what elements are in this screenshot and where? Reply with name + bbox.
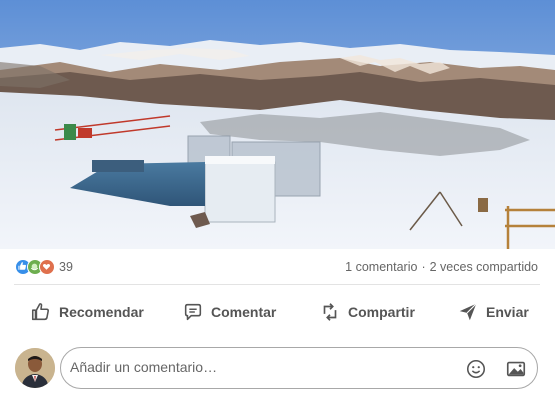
- thumbs-up-icon: [30, 301, 52, 323]
- comment-composer: [0, 342, 557, 396]
- share-button[interactable]: Compartir: [319, 296, 415, 328]
- meta-separator: ·: [421, 260, 426, 274]
- comment-input-box[interactable]: [60, 347, 538, 389]
- emoji-icon[interactable]: [465, 358, 487, 385]
- comment-button[interactable]: Comentar: [182, 296, 276, 328]
- share-label: Compartir: [348, 304, 415, 320]
- reaction-count[interactable]: 39: [59, 260, 73, 274]
- comment-input[interactable]: [70, 359, 450, 375]
- shares-count-link[interactable]: 2 veces compartido: [430, 260, 538, 274]
- send-label: Enviar: [486, 304, 529, 320]
- send-button[interactable]: Enviar: [457, 296, 529, 328]
- image-icon[interactable]: [505, 358, 527, 385]
- post-image[interactable]: [0, 0, 555, 249]
- comment-icon: [182, 301, 204, 323]
- post-actions-bar: Recomendar Comentar Compartir Enviar: [0, 290, 557, 334]
- social-counts-bar: 39 1 comentario · 2 veces compartido: [0, 249, 557, 285]
- recommend-label: Recomendar: [59, 304, 144, 320]
- landscape-photo: [0, 0, 555, 249]
- comments-count-link[interactable]: 1 comentario: [345, 260, 417, 274]
- comment-label: Comentar: [211, 304, 277, 320]
- divider: [14, 284, 540, 285]
- send-icon: [457, 301, 479, 323]
- repost-icon: [319, 301, 341, 323]
- love-icon: [39, 259, 55, 275]
- avatar[interactable]: [15, 348, 55, 388]
- reactions-summary[interactable]: 39: [15, 258, 73, 276]
- recommend-button[interactable]: Recomendar: [30, 296, 144, 328]
